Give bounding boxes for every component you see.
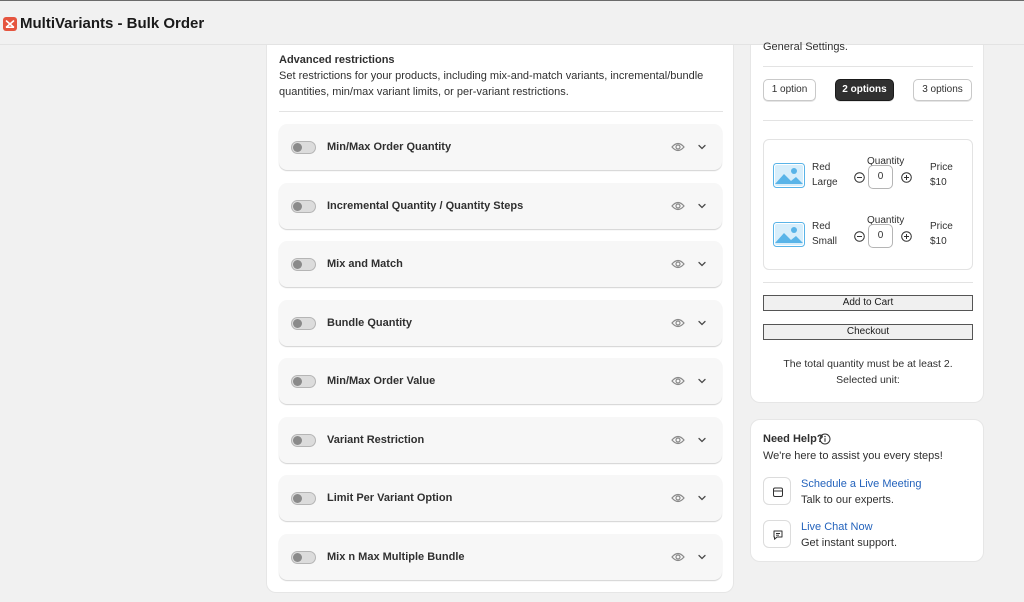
schedule-meeting-link[interactable]: Schedule a Live Meeting <box>801 478 921 490</box>
help-subtitle: We're here to assist you every steps! <box>763 450 943 462</box>
rule-label: Incremental Quantity / Quantity Steps <box>327 200 524 212</box>
price-label: Price <box>930 162 953 173</box>
divider <box>763 282 973 283</box>
eye-icon[interactable] <box>671 317 685 329</box>
option-button-2[interactable]: 2 options <box>835 79 894 101</box>
product-image-icon <box>773 163 805 188</box>
schedule-meeting-desc: Talk to our experts. <box>801 494 894 506</box>
rule-label: Bundle Quantity <box>327 317 412 329</box>
variant-row: Red Small Quantity 0 Price $10 <box>764 214 974 254</box>
rule-toggle[interactable] <box>291 200 316 213</box>
chevron-down-icon[interactable] <box>697 435 707 445</box>
rule-row-mix-and-match[interactable]: Mix and Match <box>279 241 722 287</box>
rule-row-min-max-order-value[interactable]: Min/Max Order Value <box>279 358 722 404</box>
rule-label: Variant Restriction <box>327 434 425 446</box>
quantity-note-line: The total quantity must be at least 2. <box>783 358 953 370</box>
advanced-restrictions-card: Advanced restrictions Set restrictions f… <box>266 45 734 593</box>
variant-color: Red <box>812 162 831 173</box>
variant-color: Red <box>812 221 831 232</box>
quantity-input[interactable]: 0 <box>868 165 893 189</box>
app-title: MultiVariants - Bulk Order <box>20 15 205 32</box>
rule-row-limit-per-variant-option[interactable]: Limit Per Variant Option <box>279 475 722 521</box>
preview-card: General Settings. 1 option 2 options 3 o… <box>750 41 984 403</box>
selected-unit-line: Selected unit: <box>836 373 900 386</box>
variant-size: Small <box>812 236 838 247</box>
eye-icon[interactable] <box>671 258 685 270</box>
rule-toggle[interactable] <box>291 375 316 388</box>
add-to-cart-button[interactable]: Add to Cart <box>763 295 973 311</box>
quantity-note: The total quantity must be at least 2. S… <box>763 357 973 388</box>
price-value: $10 <box>930 177 947 188</box>
variant-row: Red Large Quantity 0 Price $10 <box>764 155 974 195</box>
checkout-button[interactable]: Checkout <box>763 324 973 340</box>
chat-icon[interactable] <box>763 520 791 548</box>
live-chat-desc: Get instant support. <box>801 537 897 549</box>
app-logo-icon <box>3 17 17 31</box>
rule-toggle[interactable] <box>291 141 316 154</box>
section-heading: Advanced restrictions <box>279 54 395 66</box>
rule-row-variant-restriction[interactable]: Variant Restriction <box>279 417 722 463</box>
chevron-down-icon[interactable] <box>697 318 707 328</box>
product-image-icon <box>773 222 805 247</box>
rule-toggle[interactable] <box>291 551 316 564</box>
help-card: Need Help? We're here to assist you ever… <box>750 419 984 562</box>
plus-icon[interactable] <box>901 172 912 183</box>
rule-row-mix-n-max-multiple-bundle[interactable]: Mix n Max Multiple Bundle <box>279 534 722 580</box>
chevron-down-icon[interactable] <box>697 142 707 152</box>
rule-label: Limit Per Variant Option <box>327 492 453 504</box>
eye-icon[interactable] <box>671 141 685 153</box>
help-title: Need Help? <box>763 433 824 445</box>
rule-toggle[interactable] <box>291 492 316 505</box>
plus-icon[interactable] <box>901 231 912 242</box>
chevron-down-icon[interactable] <box>697 259 707 269</box>
divider <box>279 111 723 112</box>
rule-label: Min/Max Order Quantity <box>327 141 452 153</box>
app-header: MultiVariants - Bulk Order <box>0 0 1024 45</box>
general-settings-text: General Settings. <box>763 41 848 53</box>
minus-icon[interactable] <box>854 231 865 242</box>
rule-row-min-max-order-quantity[interactable]: Min/Max Order Quantity <box>279 124 722 170</box>
variant-list: Red Large Quantity 0 Price $10 Red Small… <box>763 139 973 270</box>
rule-toggle[interactable] <box>291 258 316 271</box>
price-label: Price <box>930 221 953 232</box>
quantity-input[interactable]: 0 <box>868 224 893 248</box>
rule-row-bundle-quantity[interactable]: Bundle Quantity <box>279 300 722 346</box>
rule-row-incremental-quantity[interactable]: Incremental Quantity / Quantity Steps <box>279 183 722 229</box>
rule-toggle[interactable] <box>291 317 316 330</box>
minus-icon[interactable] <box>854 172 865 183</box>
chevron-down-icon[interactable] <box>697 493 707 503</box>
section-description: Set restrictions for your products, incl… <box>279 70 704 98</box>
rule-label: Mix n Max Multiple Bundle <box>327 551 465 563</box>
chevron-down-icon[interactable] <box>697 201 707 211</box>
calendar-icon[interactable] <box>763 477 791 505</box>
chevron-down-icon[interactable] <box>697 376 707 386</box>
divider <box>763 120 973 121</box>
option-button-1[interactable]: 1 option <box>763 79 816 101</box>
rule-toggle[interactable] <box>291 434 316 447</box>
eye-icon[interactable] <box>671 434 685 446</box>
option-button-3[interactable]: 3 options <box>913 79 972 101</box>
eye-icon[interactable] <box>671 492 685 504</box>
live-chat-link[interactable]: Live Chat Now <box>801 521 873 533</box>
eye-icon[interactable] <box>671 200 685 212</box>
info-icon[interactable] <box>819 433 831 445</box>
variant-size: Large <box>812 177 838 188</box>
eye-icon[interactable] <box>671 375 685 387</box>
eye-icon[interactable] <box>671 551 685 563</box>
chevron-down-icon[interactable] <box>697 552 707 562</box>
rule-label: Min/Max Order Value <box>327 375 436 387</box>
divider <box>763 66 973 67</box>
rule-label: Mix and Match <box>327 258 403 270</box>
price-value: $10 <box>930 236 947 247</box>
